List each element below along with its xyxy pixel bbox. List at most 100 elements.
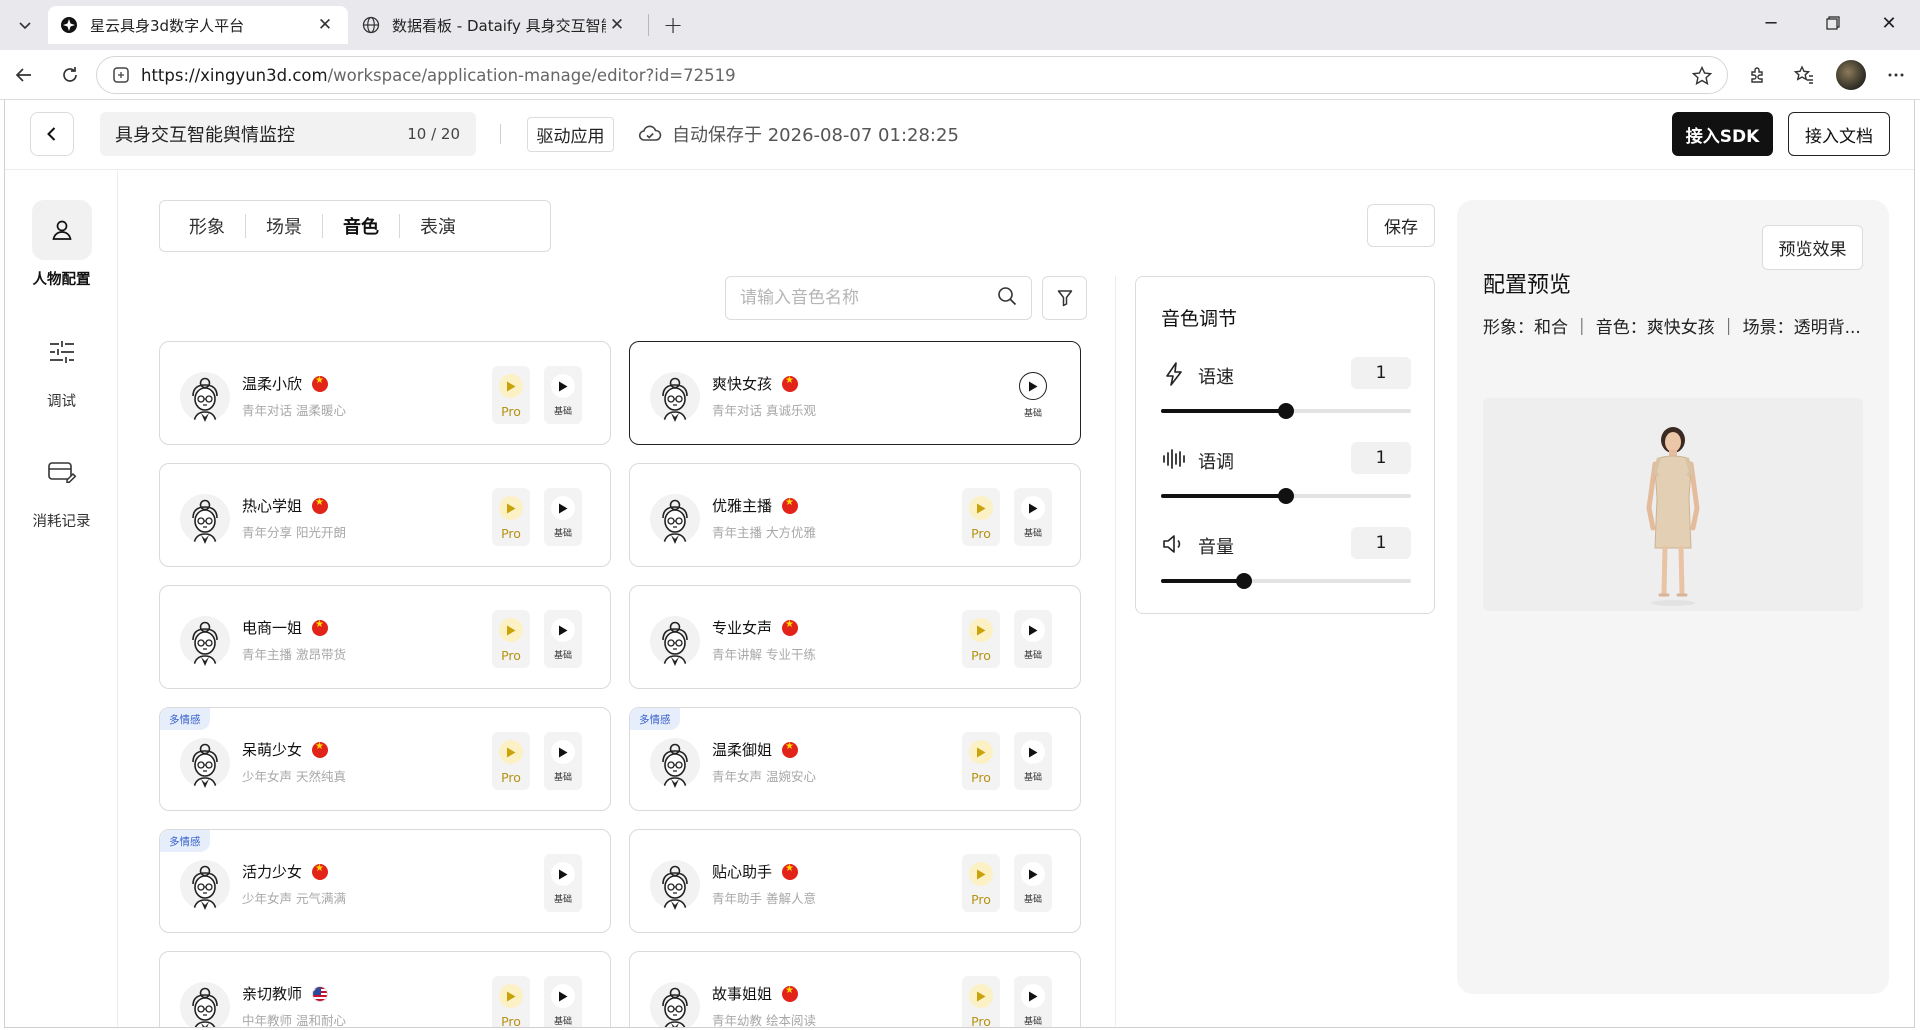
voice-card[interactable]: 电商一姐青年主播 激昂带货 Pro 基础 bbox=[159, 585, 611, 689]
voice-name: 亲切教师 bbox=[242, 983, 329, 1004]
play-icon bbox=[1021, 984, 1045, 1008]
play-basic-button[interactable]: 基础 bbox=[544, 610, 582, 668]
play-icon bbox=[551, 374, 575, 398]
voice-name-text: 专业女声 bbox=[712, 619, 773, 637]
favorite-star-icon[interactable] bbox=[1691, 65, 1713, 91]
address-bar[interactable]: https://xingyun3d.com/workspace/applicat… bbox=[96, 56, 1728, 94]
voice-search-input[interactable] bbox=[740, 288, 997, 308]
sidebar-item-character-config[interactable]: 人物配置 bbox=[5, 200, 118, 289]
play-pro-button[interactable]: Pro bbox=[492, 732, 530, 790]
pro-label: Pro bbox=[501, 404, 521, 419]
restore-icon bbox=[1826, 16, 1840, 30]
new-tab-button[interactable]: + bbox=[656, 8, 690, 42]
sdk-button[interactable]: 接入SDK bbox=[1672, 112, 1773, 156]
reload-button[interactable] bbox=[54, 59, 86, 91]
sidebar-item-label: 调试 bbox=[47, 394, 76, 410]
extensions-button[interactable] bbox=[1742, 59, 1774, 91]
speed-value-input[interactable]: 1 bbox=[1351, 357, 1411, 389]
favorites-button[interactable] bbox=[1788, 59, 1820, 91]
play-basic-button[interactable]: 基础 bbox=[1014, 854, 1052, 912]
site-info-icon[interactable] bbox=[111, 65, 131, 85]
play-pro-button[interactable]: Pro bbox=[962, 976, 1000, 1027]
play-pro-button[interactable]: Pro bbox=[492, 366, 530, 424]
play-pro-button[interactable]: Pro bbox=[962, 732, 1000, 790]
minimize-button[interactable]: ─ bbox=[1740, 0, 1802, 46]
play-pro-button[interactable]: Pro bbox=[492, 610, 530, 668]
play-basic-button[interactable]: 基础 bbox=[1014, 366, 1052, 424]
play-basic-button[interactable]: 基础 bbox=[1014, 488, 1052, 546]
browser-menu-button[interactable] bbox=[1880, 59, 1912, 91]
sidebar-item-usage-records[interactable]: 消耗记录 bbox=[5, 442, 118, 531]
tab-appearance[interactable]: 形象 bbox=[169, 209, 245, 243]
reload-icon bbox=[63, 67, 77, 82]
voice-card[interactable]: 爽快女孩青年对话 真诚乐观 基础 bbox=[629, 341, 1081, 445]
docs-button[interactable]: 接入文档 bbox=[1788, 112, 1890, 156]
drive-app-button[interactable]: 驱动应用 bbox=[527, 117, 614, 152]
play-icon bbox=[969, 862, 993, 886]
voice-name: 温柔御姐 bbox=[712, 739, 799, 760]
close-window-button[interactable]: ✕ bbox=[1858, 0, 1920, 46]
tab-close-icon[interactable]: ✕ bbox=[314, 15, 336, 35]
play-basic-button[interactable]: 基础 bbox=[544, 854, 582, 912]
voice-card[interactable]: 亲切教师 中年教师 温和耐心 Pro 基础 bbox=[159, 951, 611, 1027]
tab-list-dropdown[interactable] bbox=[8, 8, 42, 42]
voice-card[interactable]: 优雅主播青年主播 大方优雅 Pro 基础 bbox=[629, 463, 1081, 567]
play-basic-button[interactable]: 基础 bbox=[1014, 976, 1052, 1027]
play-basic-button[interactable]: 基础 bbox=[1014, 610, 1052, 668]
play-pro-button[interactable]: Pro bbox=[492, 976, 530, 1027]
maximize-button[interactable] bbox=[1802, 0, 1864, 46]
preview-effect-button[interactable]: 预览效果 bbox=[1762, 225, 1863, 270]
pitch-slider[interactable] bbox=[1161, 488, 1411, 504]
tab-voice[interactable]: 音色 bbox=[323, 209, 399, 243]
voice-card[interactable]: 温柔小欣青年对话 温柔暖心 Pro 基础 bbox=[159, 341, 611, 445]
voice-card[interactable]: 多情感活力少女少年女声 元气满满 基础 bbox=[159, 829, 611, 933]
slider-handle[interactable] bbox=[1235, 573, 1252, 589]
tab-close-icon[interactable]: ✕ bbox=[606, 15, 628, 35]
cn-flag-icon bbox=[312, 619, 329, 636]
voice-card[interactable]: 多情感呆萌少女少年女声 天然纯真 Pro 基础 bbox=[159, 707, 611, 811]
play-basic-button[interactable]: 基础 bbox=[1014, 732, 1052, 790]
pitch-value-input[interactable]: 1 bbox=[1351, 442, 1411, 474]
filter-button[interactable] bbox=[1042, 276, 1087, 320]
volume-value-input[interactable]: 1 bbox=[1351, 527, 1411, 559]
tab-scene[interactable]: 场景 bbox=[246, 209, 322, 243]
slider-fill bbox=[1161, 409, 1286, 413]
play-basic-button[interactable]: 基础 bbox=[544, 488, 582, 546]
pro-label: Pro bbox=[501, 770, 521, 785]
speed-slider[interactable] bbox=[1161, 403, 1411, 419]
voice-search bbox=[725, 276, 1032, 320]
back-nav-button[interactable] bbox=[8, 59, 40, 91]
volume-label: 音量 bbox=[1198, 537, 1234, 558]
voice-card[interactable]: 贴心助手青年助手 善解人意 Pro 基础 bbox=[629, 829, 1081, 933]
app-name-field[interactable]: 具身交互智能舆情监控 10 / 20 bbox=[100, 112, 476, 156]
voice-card[interactable]: 热心学姐青年分享 阳光开朗 Pro 基础 bbox=[159, 463, 611, 567]
voice-card[interactable]: 多情感温柔御姐青年女声 温婉安心 Pro 基础 bbox=[629, 707, 1081, 811]
slider-fill bbox=[1161, 579, 1244, 583]
cn-flag-icon bbox=[782, 375, 799, 392]
sidebar-item-debug[interactable]: 调试 bbox=[5, 322, 118, 411]
slider-handle[interactable] bbox=[1278, 488, 1294, 504]
slider-handle[interactable] bbox=[1278, 403, 1294, 419]
play-pro-button[interactable]: Pro bbox=[962, 488, 1000, 546]
play-basic-button[interactable]: 基础 bbox=[544, 976, 582, 1027]
play-pro-button[interactable]: Pro bbox=[962, 854, 1000, 912]
browser-tab-active[interactable]: 星云具身3d数字人平台 ✕ bbox=[48, 6, 348, 44]
play-basic-button[interactable]: 基础 bbox=[544, 366, 582, 424]
save-button[interactable]: 保存 bbox=[1367, 204, 1435, 247]
voice-name-text: 优雅主播 bbox=[712, 497, 773, 515]
volume-slider[interactable] bbox=[1161, 573, 1411, 589]
back-button[interactable] bbox=[30, 112, 74, 156]
search-icon[interactable] bbox=[997, 286, 1017, 310]
play-pro-button[interactable]: Pro bbox=[492, 488, 530, 546]
voice-card[interactable]: 专业女声青年讲解 专业干练 Pro 基础 bbox=[629, 585, 1081, 689]
window-frame bbox=[4, 1027, 1915, 1028]
tab-performance[interactable]: 表演 bbox=[400, 209, 476, 243]
browser-tab-dataify[interactable]: 数据看板 - Dataify 具身交互智能舆 ✕ bbox=[350, 6, 640, 44]
play-pro-button[interactable]: Pro bbox=[962, 610, 1000, 668]
basic-label: 基础 bbox=[553, 407, 572, 417]
voice-card[interactable]: 故事姐姐青年幼教 绘本阅读 Pro 基础 bbox=[629, 951, 1081, 1027]
profile-avatar[interactable] bbox=[1836, 60, 1866, 90]
play-basic-button[interactable]: 基础 bbox=[544, 732, 582, 790]
basic-label: 基础 bbox=[553, 651, 572, 661]
basic-label: 基础 bbox=[1023, 529, 1042, 539]
